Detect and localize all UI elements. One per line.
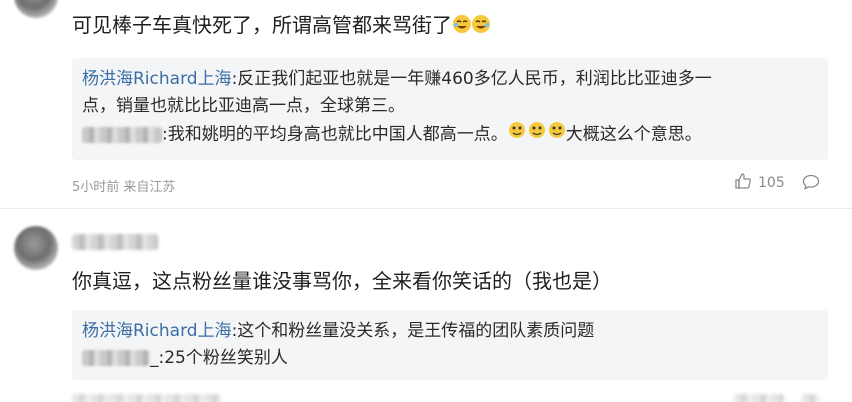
like-count: 105 xyxy=(758,175,785,191)
like-button-cutoff[interactable] xyxy=(734,394,784,402)
reply-text: _:25个粉丝笑别人 xyxy=(150,348,288,368)
reply-text: :反正我们起亚也就是一年赚460多亿人民币，利润比比亚迪多一 xyxy=(231,69,712,89)
thumbs-up-icon xyxy=(734,172,752,194)
reply-text: :这个和粉丝量没关系，是王传福的团队素质问题 xyxy=(231,321,595,341)
reply-item: 杨洪海Richard上海:反正我们起亚也就是一年赚460多亿人民币，利润比比亚迪… xyxy=(82,66,818,93)
reply-author-blurred[interactable] xyxy=(82,126,162,143)
comment-divider xyxy=(0,208,852,209)
avatar[interactable] xyxy=(14,226,58,270)
comment-meta-cutoff xyxy=(72,394,222,402)
comment-bubble-icon[interactable] xyxy=(802,174,820,194)
reply-author-link[interactable]: 杨洪海Richard上海 xyxy=(82,69,232,89)
comment-text: 你真逗，这点粉丝量谁没事骂你，全来看你笑话的（我也是） xyxy=(72,269,612,293)
reply-item: :我和姚明的平均身高也就比中国人都高一点。 大概这么个意思。 xyxy=(82,120,818,149)
avatar[interactable] xyxy=(14,0,58,18)
reply-text-suffix: 大概这么个意思。 xyxy=(565,124,702,145)
reply-box: 杨洪海Richard上海:反正我们起亚也就是一年赚460多亿人民币，利润比比亚迪… xyxy=(72,58,828,160)
reply-text-continued: 点，销量也就比比亚迪高一点，全球第三。 xyxy=(82,96,405,116)
reply-item: _:25个粉丝笑别人 xyxy=(82,345,818,372)
reply-text: :我和姚明的平均身高也就比中国人都高一点。 xyxy=(162,124,508,145)
like-button[interactable]: 105 xyxy=(734,172,785,194)
reply-item: 杨洪海Richard上海:这个和粉丝量没关系，是王传福的团队素质问题 xyxy=(82,318,818,345)
comment-text: 可见棒子车真快死了，所谓高管都来骂街了 xyxy=(72,12,492,41)
smirk-face-emoji xyxy=(508,120,566,149)
comment-meta: 5小时前 来自江苏 xyxy=(72,180,176,195)
reply-box: 杨洪海Richard上海:这个和粉丝量没关系，是王传福的团队素质问题 _:25个… xyxy=(72,310,828,380)
laughing-crying-emoji xyxy=(452,13,492,41)
reply-author-blurred[interactable] xyxy=(82,350,150,366)
comment-icon-cutoff[interactable] xyxy=(802,394,820,402)
reply-author-link[interactable]: 杨洪海Richard上海 xyxy=(82,321,232,341)
username-blurred[interactable] xyxy=(72,234,158,250)
